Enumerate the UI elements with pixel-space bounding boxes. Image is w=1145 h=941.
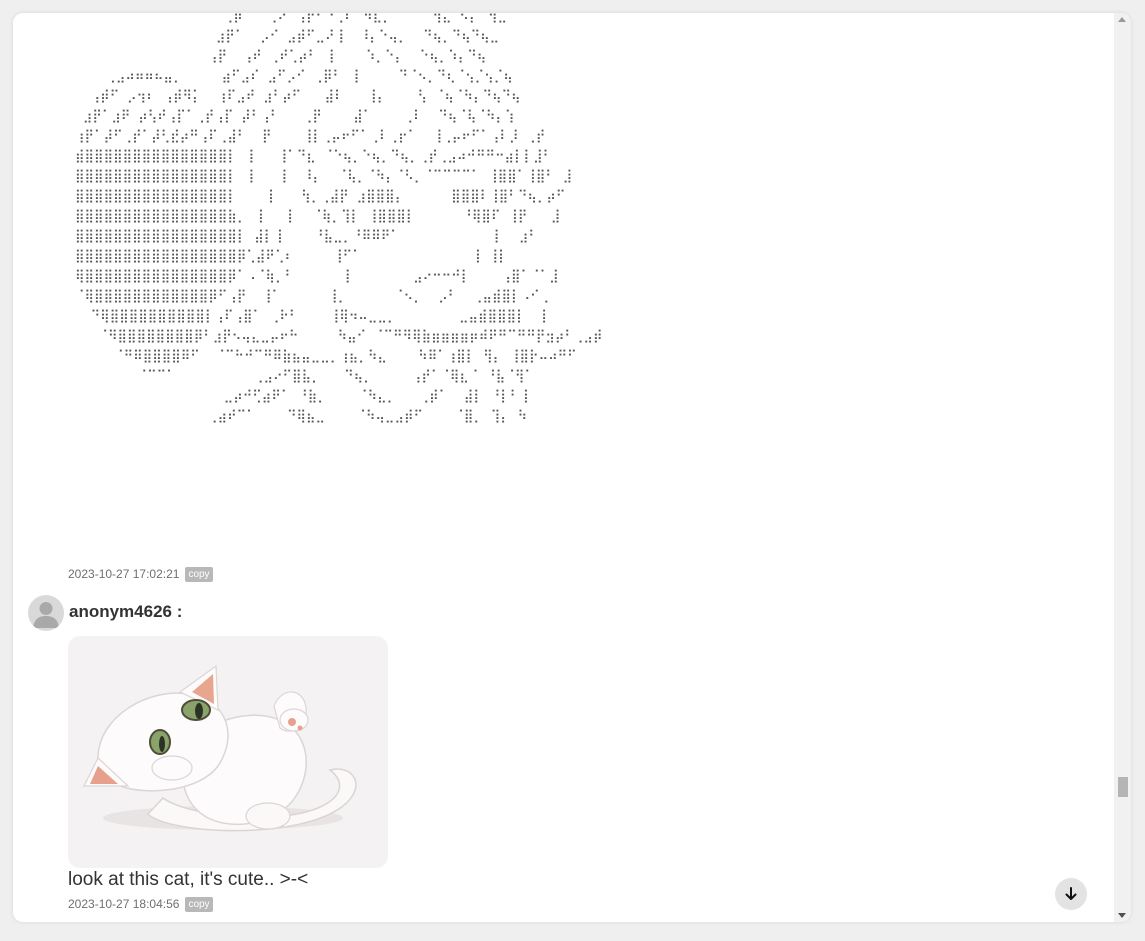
ascii-art-message: ⢀⡾⠁ ⢀⠔⠁⢠⡞⠋⠙⢀⠏⠉⠻⣆⡀ ⠈⢳⣄ ⠣⡄⠈⢳⣀ ⣰⡟⠁ ⡠⠊ ⣠⡾⠋⣀⠜… [13,13,1113,567]
scroll-up-arrow-icon[interactable] [1118,17,1126,22]
message-meta: 2023-10-27 17:02:21 copy [68,567,213,583]
arrow-down-icon [1065,887,1077,900]
username: anonym4626 : [69,602,183,621]
scroll-to-bottom-button[interactable] [1055,878,1087,910]
copy-button[interactable]: copy [185,897,213,913]
chat-panel: ⢀⡾⠁ ⢀⠔⠁⢠⡞⠋⠙⢀⠏⠉⠻⣆⡀ ⠈⢳⣄ ⠣⡄⠈⢳⣀ ⣰⡟⠁ ⡠⠊ ⣠⡾⠋⣀⠜… [13,13,1131,922]
message-timestamp: 2023-10-27 17:02:21 [68,567,180,581]
copy-button[interactable]: copy [185,567,213,583]
scroll-thumb[interactable] [1118,777,1128,797]
user-avatar-icon[interactable] [28,595,64,631]
message-meta: 2023-10-27 18:04:56 copy [68,897,213,913]
scroll-down-arrow-icon[interactable] [1118,913,1126,918]
message-timestamp: 2023-10-27 18:04:56 [68,897,180,911]
cat-image[interactable] [68,636,388,868]
ascii-art: ⢀⡾⠁ ⢀⠔⠁⢠⡞⠋⠙⢀⠏⠉⠻⣆⡀ ⠈⢳⣄ ⠣⡄⠈⢳⣀ ⣰⡟⠁ ⡠⠊ ⣠⡾⠋⣀⠜… [75,13,603,424]
vertical-scrollbar[interactable] [1114,13,1131,922]
message-text: look at this cat, it's cute.. >-< [68,869,309,890]
